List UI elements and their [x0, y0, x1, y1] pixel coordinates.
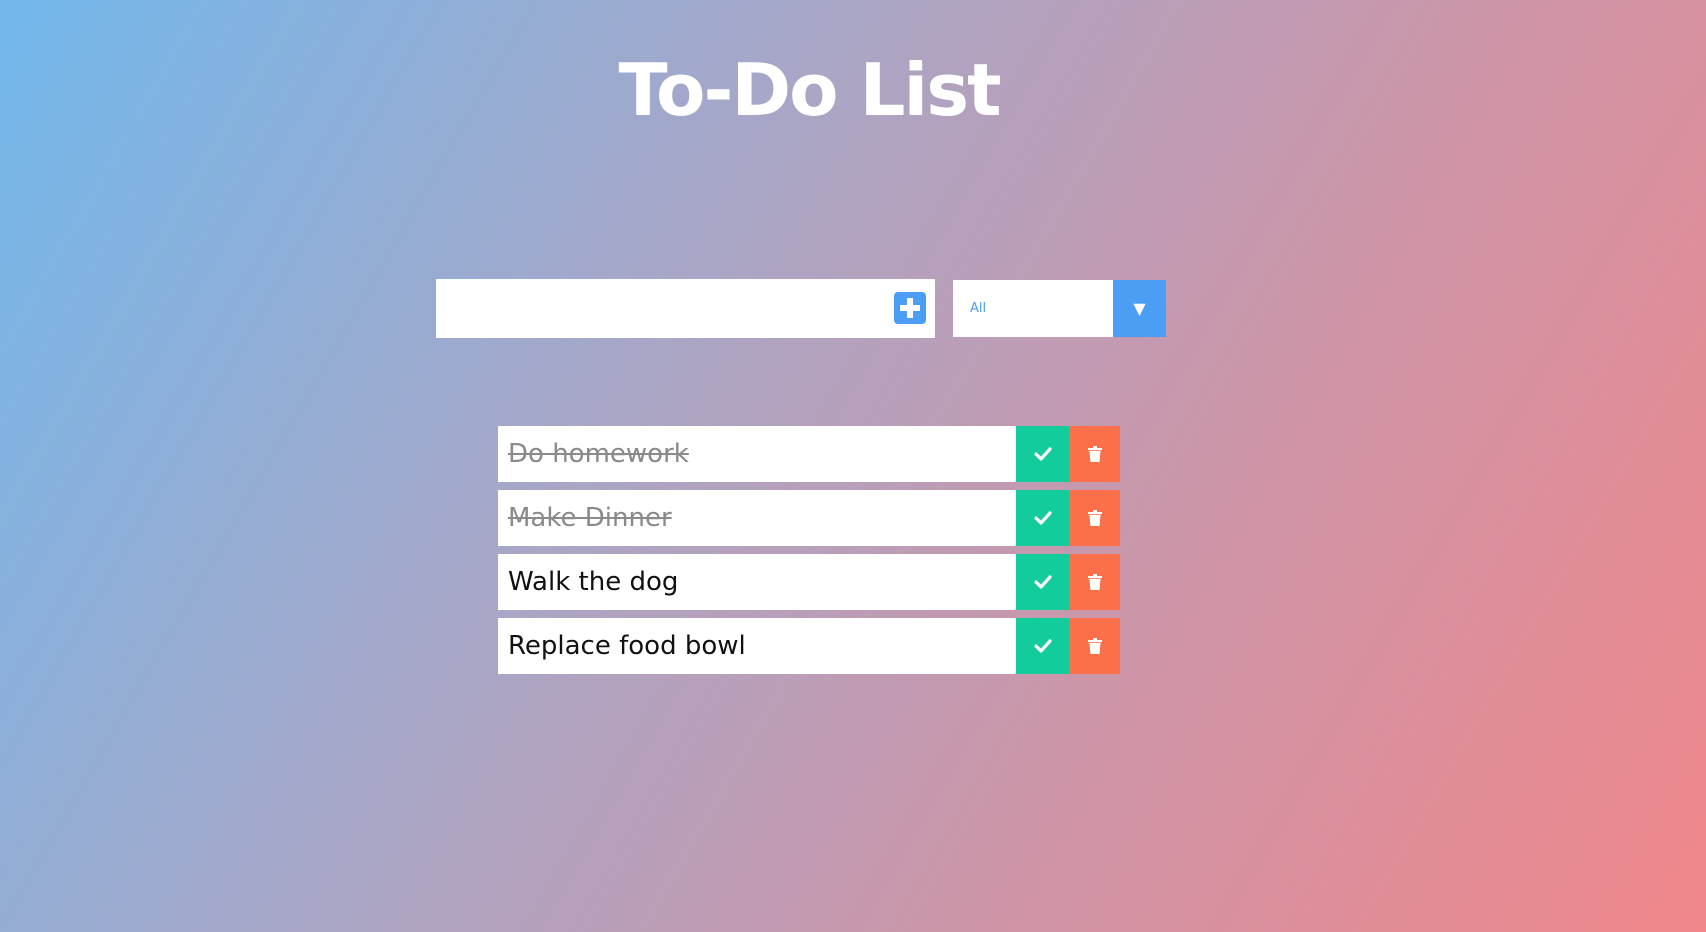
- todo-form: [436, 279, 935, 338]
- check-icon: [1033, 639, 1052, 653]
- check-icon: [1033, 447, 1052, 461]
- complete-button[interactable]: [1016, 490, 1069, 546]
- todo-item: Walk the dog: [498, 554, 1120, 610]
- todo-item: Do homework: [498, 426, 1120, 482]
- complete-button[interactable]: [1016, 618, 1069, 674]
- todo-text: Walk the dog: [508, 567, 679, 597]
- check-icon: [1033, 575, 1052, 589]
- delete-button[interactable]: [1069, 426, 1120, 482]
- todo-list: Do homework Make Dinner Walk the dog Rep…: [498, 426, 1120, 682]
- add-todo-button[interactable]: [894, 292, 926, 324]
- filter-select[interactable]: All ▼: [953, 280, 1166, 337]
- delete-button[interactable]: [1069, 490, 1120, 546]
- todo-item: Replace food bowl: [498, 618, 1120, 674]
- delete-button[interactable]: [1069, 554, 1120, 610]
- todo-text: Do homework: [508, 439, 689, 469]
- page-title: To-Do List: [618, 48, 1001, 132]
- trash-icon: [1087, 574, 1102, 590]
- todo-text: Make Dinner: [508, 503, 672, 533]
- trash-icon: [1087, 510, 1102, 526]
- todo-item: Make Dinner: [498, 490, 1120, 546]
- delete-button[interactable]: [1069, 618, 1120, 674]
- todo-input[interactable]: [436, 279, 876, 338]
- trash-icon: [1087, 446, 1102, 462]
- complete-button[interactable]: [1016, 554, 1069, 610]
- trash-icon: [1087, 638, 1102, 654]
- check-icon: [1033, 511, 1052, 525]
- chevron-down-icon[interactable]: ▼: [1113, 280, 1166, 337]
- complete-button[interactable]: [1016, 426, 1069, 482]
- filter-selected-value: All: [970, 301, 987, 316]
- todo-text: Replace food bowl: [508, 631, 746, 661]
